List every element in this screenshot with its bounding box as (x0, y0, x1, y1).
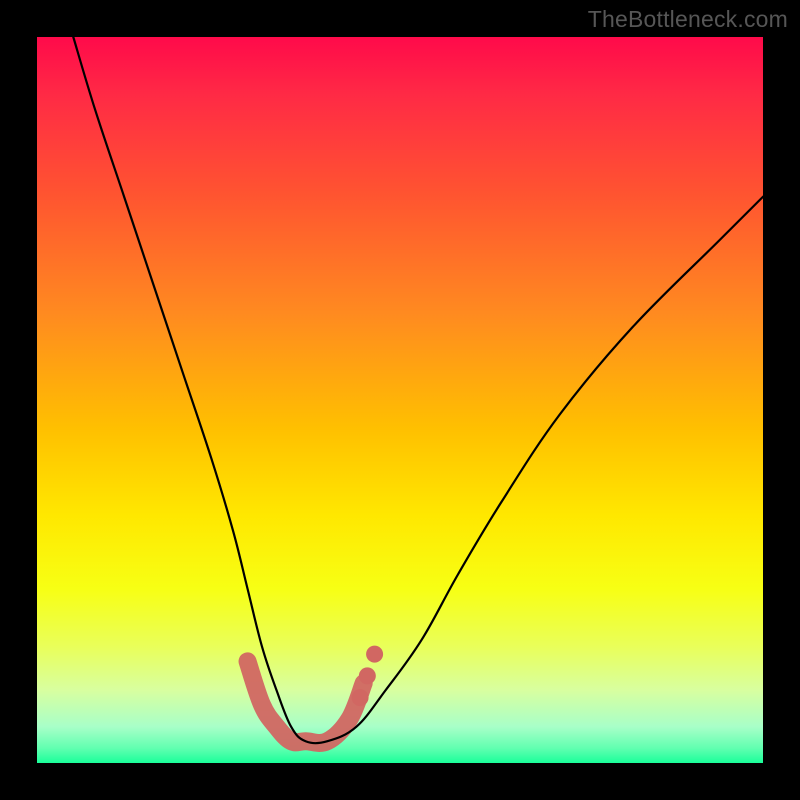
highlight-dot (352, 689, 369, 706)
bottleneck-curve (73, 37, 763, 743)
highlight-dot (366, 646, 383, 663)
plot-area (37, 37, 763, 763)
watermark-text: TheBottleneck.com (588, 6, 788, 33)
chart-frame: TheBottleneck.com (0, 0, 800, 800)
highlight-dot (359, 667, 376, 684)
highlight-dots (352, 646, 384, 707)
highlight-band (248, 661, 364, 743)
curve-svg (37, 37, 763, 763)
